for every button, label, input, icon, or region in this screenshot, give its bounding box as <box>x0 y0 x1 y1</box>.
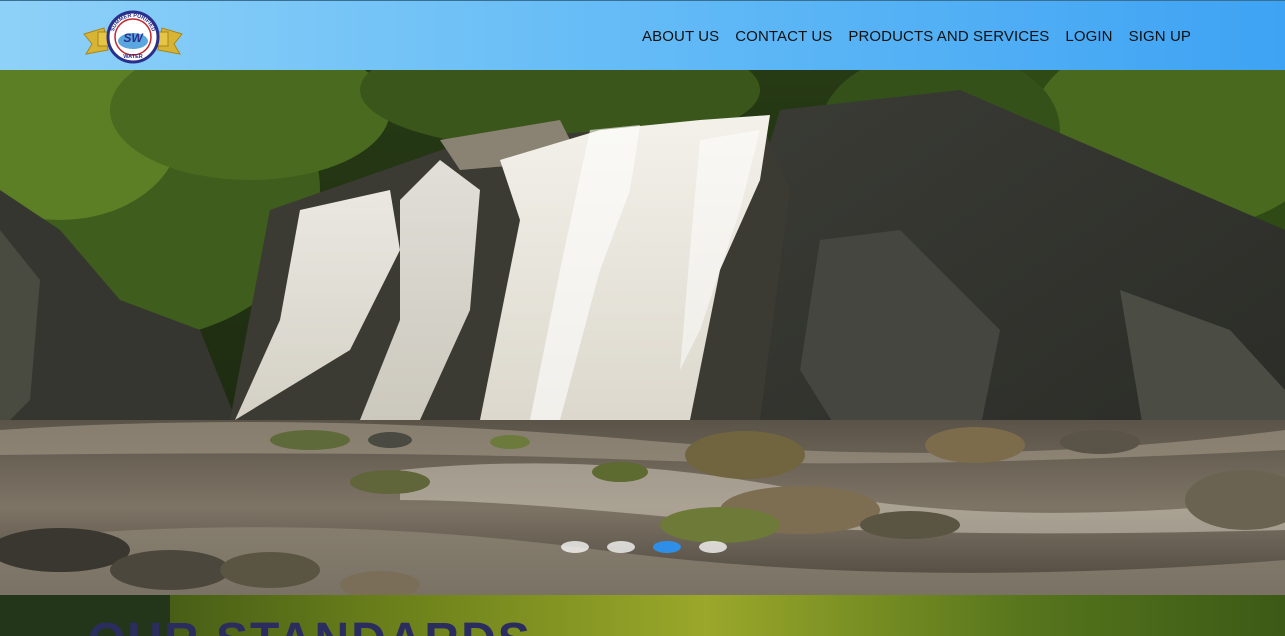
section-heading: OUR STANDARDS <box>88 617 532 636</box>
nav-sign-up[interactable]: SIGN UP <box>1129 27 1191 47</box>
nav-login[interactable]: LOGIN <box>1065 27 1112 47</box>
standards-section: OUR STANDARDS <box>0 595 1285 636</box>
nav-products-and-services[interactable]: PRODUCTS AND SERVICES <box>848 27 1049 47</box>
carousel-dot-4[interactable] <box>698 541 727 553</box>
logo-seal-text: SW <box>123 31 144 45</box>
carousel-dot-3-active[interactable] <box>652 541 681 553</box>
nav-contact-us[interactable]: CONTACT US <box>735 27 832 47</box>
carousel-dot-1[interactable] <box>560 541 589 553</box>
carousel-dot-2[interactable] <box>606 541 635 553</box>
nav-about-us[interactable]: ABOUT US <box>642 27 719 47</box>
waterfall-photo <box>0 70 1285 595</box>
carousel-indicators <box>0 541 1285 553</box>
main-nav: ABOUT US CONTACT US PRODUCTS AND SERVICE… <box>642 27 1191 47</box>
hero-carousel <box>0 70 1285 595</box>
brand-logo[interactable]: SW SUMMER PURIFIED WATER <box>82 10 184 64</box>
site-header: SW SUMMER PURIFIED WATER ABOUT US CONTAC… <box>0 0 1285 70</box>
logo-bottom-text: WATER <box>123 54 142 60</box>
